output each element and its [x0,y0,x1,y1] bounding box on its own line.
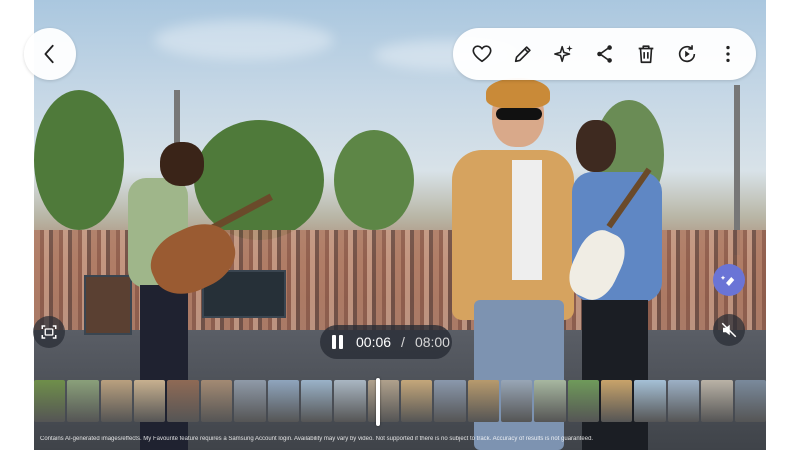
cloud [154,20,334,60]
pause-bar [332,335,336,349]
timeline-thumbnail[interactable] [134,380,166,422]
total-time: 08:00 [414,334,450,350]
timeline-thumbnail[interactable] [534,380,566,422]
timeline-thumbnail[interactable] [234,380,266,422]
timeline-thumbnail[interactable] [434,380,466,422]
timeline-thumbnail[interactable] [367,380,399,422]
timeline-thumbnail[interactable] [634,380,666,422]
pause-bar [339,335,343,349]
capture-frame-icon [41,325,57,339]
sparkle-icon [553,45,573,63]
back-button[interactable] [24,28,76,80]
top-toolbar [453,28,756,80]
guitarist-left-pants [140,285,188,450]
timeline-thumbnail[interactable] [200,380,233,422]
timeline-thumbnail[interactable] [167,380,199,422]
tree [334,130,414,230]
ai-effects-button[interactable] [547,37,581,71]
timeline-thumbnail[interactable] [300,380,333,422]
singer-shirt [512,160,542,280]
mute-button[interactable] [713,314,745,346]
trash-icon [638,45,653,64]
timeline-thumbnail[interactable] [667,380,700,422]
ai-eraser-button[interactable] [713,264,745,296]
time-separator: / [401,334,405,350]
sunglasses [496,108,542,120]
current-time: 00:06 [356,334,392,350]
timeline-thumbnail[interactable] [567,380,600,422]
share-icon [596,45,612,63]
timeline-thumbnail[interactable] [67,380,99,422]
timeline-thumbnail[interactable] [100,380,133,422]
playback-control: 00:06 / 08:00 [320,325,452,359]
timeline-thumbnail[interactable] [501,380,533,422]
pause-button[interactable] [332,335,346,349]
share-button[interactable] [588,37,622,71]
pencil-icon [514,46,531,63]
video-timeline[interactable] [34,380,766,422]
singer-jeans [474,300,564,450]
guitarist-left-head [160,142,204,186]
ai-disclaimer: Contains AI-generated images/effects. My… [40,436,594,442]
timeline-thumbnail[interactable] [467,380,500,422]
guitarist-right-head [576,120,616,172]
timeline-thumbnail[interactable] [734,380,766,422]
more-options-button[interactable] [711,37,745,71]
timeline-thumbnail[interactable] [34,380,66,422]
capture-frame-button[interactable] [33,316,65,348]
tree [34,90,124,230]
delete-button[interactable] [629,37,663,71]
timeline-thumbnail[interactable] [400,380,433,422]
heart-icon [471,45,492,63]
timeline-thumbnail[interactable] [334,380,366,422]
timeline-thumbnail[interactable] [601,380,633,422]
play-loop-icon [678,45,695,63]
timeline-thumbnail[interactable] [701,380,733,422]
ai-eraser-icon [720,275,735,286]
timeline-scrubber[interactable] [376,378,380,426]
speaker-muted-icon [721,322,737,338]
chevron-left-icon [44,44,54,64]
stage-amp [84,275,132,335]
more-vertical-icon [725,45,730,63]
favourite-button[interactable] [465,37,499,71]
timeline-thumbnail[interactable] [267,380,299,422]
gallery-video-viewer: 00:06 / 08:00 Contains AI-generated imag… [0,0,800,450]
edit-button[interactable] [506,37,540,71]
playback-mode-button[interactable] [670,37,704,71]
guitarist-right-pants [582,300,648,450]
singer-hair [486,78,550,108]
